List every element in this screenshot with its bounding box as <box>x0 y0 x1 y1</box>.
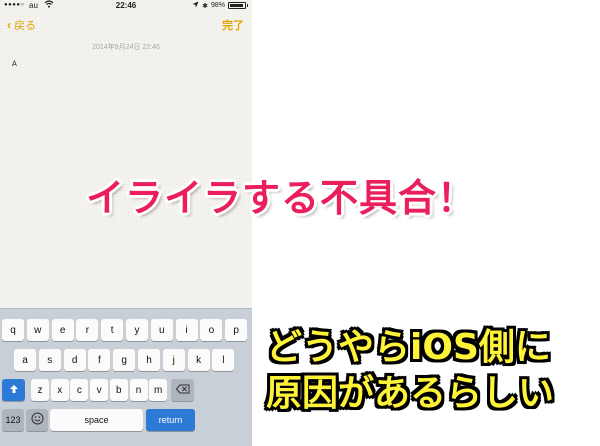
key-g[interactable]: g <box>113 349 136 371</box>
key-b[interactable]: b <box>109 379 128 401</box>
shift-arrow-icon <box>9 384 19 397</box>
numbers-key[interactable]: 123 <box>2 409 24 431</box>
nav-bar: ‹ 戻る 完了 <box>0 12 252 36</box>
key-d[interactable]: d <box>63 349 86 371</box>
headline-overlay-text: イライラする不具合！ <box>86 176 477 220</box>
key-m[interactable]: m <box>149 379 168 401</box>
key-i[interactable]: i <box>175 319 198 341</box>
delete-backspace-icon <box>175 384 190 397</box>
battery-percent: 98% <box>210 2 225 9</box>
screenshot-canvas: ●●●●○ au 22:46 ✱ 98% ‹ 戻る 完了 2014年9月24日 … <box>0 0 600 446</box>
key-h[interactable]: h <box>138 349 160 371</box>
key-w[interactable]: w <box>26 319 49 341</box>
keyboard-row-4: 123 space return <box>0 409 252 431</box>
chevron-left-icon: ‹ <box>7 18 11 32</box>
key-c[interactable]: c <box>70 379 89 401</box>
return-key[interactable]: return <box>146 409 195 431</box>
space-key[interactable]: space <box>50 409 143 431</box>
delete-key[interactable] <box>171 379 194 401</box>
bluetooth-icon: ✱ <box>202 2 208 10</box>
caption-line-2: 原因があるらしい <box>266 373 555 414</box>
done-button[interactable]: 完了 <box>222 17 244 33</box>
keyboard-row-3: zxcvbnm <box>0 379 252 401</box>
key-k[interactable]: k <box>187 349 210 371</box>
keyboard-row-2: asdfghjkl <box>0 349 252 371</box>
key-p[interactable]: p <box>225 319 248 341</box>
key-x[interactable]: x <box>50 379 69 401</box>
key-y[interactable]: y <box>126 319 148 341</box>
shift-key[interactable] <box>2 379 25 401</box>
status-bar: ●●●●○ au 22:46 ✱ 98% <box>0 0 252 12</box>
status-right-group: ✱ 98% <box>192 1 248 10</box>
key-l[interactable]: l <box>212 349 235 371</box>
phone-screen: ●●●●○ au 22:46 ✱ 98% ‹ 戻る 完了 2014年9月24日 … <box>0 0 252 446</box>
keyboard: qwertyuiop asdfghjkl zxcvbnm 123 space r… <box>0 308 252 446</box>
key-t[interactable]: t <box>101 319 124 341</box>
key-q[interactable]: q <box>2 319 24 341</box>
key-n[interactable]: n <box>129 379 148 401</box>
caption-line-1: どうやらiOS側に <box>266 327 551 368</box>
note-text-area[interactable]: A <box>12 60 17 69</box>
key-r[interactable]: r <box>76 319 99 341</box>
key-o[interactable]: o <box>200 319 223 341</box>
emoji-keyboard-icon <box>31 412 44 428</box>
key-j[interactable]: j <box>162 349 185 371</box>
note-date: 2014年9月24日 22:46 <box>92 44 160 51</box>
key-e[interactable]: e <box>51 319 74 341</box>
key-s[interactable]: s <box>38 349 61 371</box>
back-button-label: 戻る <box>14 20 36 32</box>
location-arrow-icon <box>192 1 199 10</box>
key-u[interactable]: u <box>150 319 173 341</box>
battery-tip <box>247 4 248 7</box>
key-v[interactable]: v <box>90 379 109 401</box>
back-button[interactable]: ‹ 戻る <box>7 17 36 33</box>
key-f[interactable]: f <box>88 349 111 371</box>
battery-icon <box>228 2 246 9</box>
key-a[interactable]: a <box>14 349 36 371</box>
emoji-keyboard-key[interactable] <box>26 409 48 431</box>
key-z[interactable]: z <box>31 379 49 401</box>
keyboard-row-1: qwertyuiop <box>0 319 252 341</box>
